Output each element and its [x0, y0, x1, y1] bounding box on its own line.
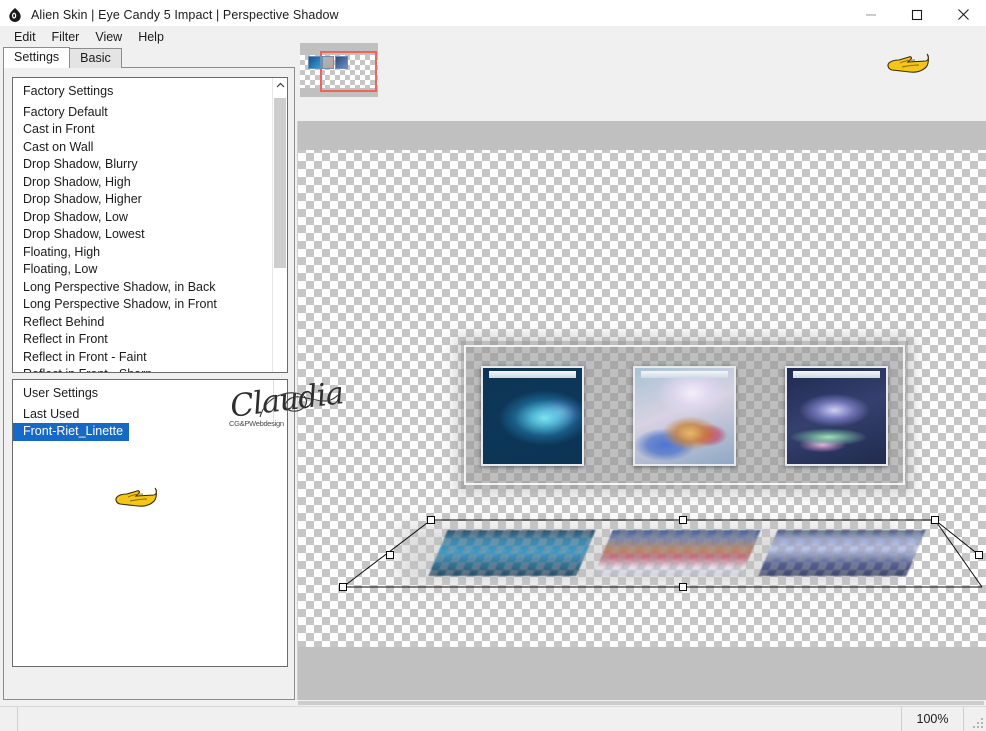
scrollbar-thumb[interactable] [298, 701, 984, 705]
status-cell-message [18, 707, 902, 731]
tab-strip: Settings Basic [3, 47, 122, 68]
canvas-top-band [298, 121, 986, 150]
list-item[interactable]: Long Perspective Shadow, in Front [13, 296, 271, 314]
list-item[interactable]: Factory Default [13, 104, 271, 122]
divider [273, 380, 274, 427]
framed-image-2[interactable] [633, 366, 736, 466]
grip-dots [972, 717, 983, 728]
frame-highlight [640, 371, 729, 378]
canvas-bottom-band [298, 647, 986, 705]
scrollbar-track[interactable] [273, 93, 287, 372]
factory-settings-list[interactable]: Factory Settings Factory Default Cast in… [12, 77, 288, 373]
list-item[interactable]: Reflect in Front [13, 331, 271, 349]
menu-item-edit[interactable]: Edit [6, 28, 44, 46]
factory-settings-header: Factory Settings [23, 84, 114, 98]
list-item[interactable]: Drop Shadow, High [13, 174, 271, 192]
settings-panel: Factory Settings Factory Default Cast in… [3, 67, 345, 700]
menu-item-filter[interactable]: Filter [44, 28, 88, 46]
paint-drop-icon [6, 6, 24, 24]
shadow-plane-1 [428, 530, 596, 576]
list-item-row: Front-Riet_Linette [13, 423, 287, 441]
list-item[interactable]: Drop Shadow, Blurry [13, 156, 271, 174]
list-item[interactable]: Last Used [13, 406, 287, 424]
user-settings-list[interactable]: User Settings Last Used Front-Riet_Linet… [12, 379, 288, 667]
perspective-shadow-group[interactable] [398, 516, 926, 596]
list-item[interactable]: Reflect Behind [13, 314, 271, 332]
shadow-mask [758, 530, 926, 576]
chevron-up-icon[interactable] [273, 78, 287, 93]
factory-list-scrollbar[interactable] [272, 78, 287, 372]
frame-highlight [488, 371, 577, 378]
status-cell-left [0, 707, 18, 731]
shadow-mask [428, 530, 596, 576]
shadow-plane-3 [758, 530, 926, 576]
list-item[interactable]: Floating, High [13, 244, 271, 262]
frame-highlight [792, 371, 881, 378]
user-settings-items: User Settings Last Used Front-Riet_Linet… [13, 380, 287, 441]
close-icon[interactable] [940, 0, 986, 29]
list-item[interactable]: Drop Shadow, Low [13, 209, 271, 227]
maximize-icon[interactable] [894, 0, 940, 29]
list-item[interactable]: Drop Shadow, Higher [13, 191, 271, 209]
list-item[interactable]: Drop Shadow, Lowest [13, 226, 271, 244]
framed-image-3[interactable] [785, 366, 888, 466]
status-bar: 100% [0, 706, 986, 731]
resize-grip-icon[interactable] [964, 707, 986, 731]
shadow-mask [593, 530, 761, 576]
list-item[interactable]: Long Perspective Shadow, in Back [13, 279, 271, 297]
list-item[interactable]: Floating, Low [13, 261, 271, 279]
list-item[interactable]: Cast on Wall [13, 139, 271, 157]
window-controls [848, 0, 986, 29]
preview-toolbar: Preview Background: None OK Cancel [297, 40, 986, 155]
list-item-clipped[interactable]: Reflect in Front - Sharp [13, 366, 271, 372]
menu-item-view[interactable]: View [87, 28, 130, 46]
minimize-icon[interactable] [848, 0, 894, 29]
preview-canvas[interactable] [297, 121, 986, 705]
factory-settings-items: Factory Settings Factory Default Cast in… [13, 78, 271, 372]
eye-candy-perspective-shadow-dialog: Alien Skin | Eye Candy 5 Impact | Perspe… [0, 0, 986, 731]
zoom-level[interactable]: 100% [902, 707, 964, 731]
tab-settings[interactable]: Settings [3, 47, 71, 68]
tab-basic[interactable]: Basic [69, 48, 122, 68]
user-settings-header: User Settings [23, 386, 99, 400]
menu-item-help[interactable]: Help [130, 28, 172, 46]
list-item[interactable]: Reflect in Front - Faint [13, 349, 271, 367]
artwork-group[interactable] [461, 341, 908, 489]
scrollbar-thumb[interactable] [274, 98, 286, 268]
navigator-mini-artwork [308, 56, 349, 69]
list-item-front-riet-linette[interactable]: Front-Riet_Linette [13, 423, 130, 441]
list-item[interactable]: Cast in Front [13, 121, 271, 139]
window-title: Alien Skin | Eye Candy 5 Impact | Perspe… [31, 7, 339, 22]
shadow-plane-2 [593, 530, 761, 576]
framed-image-1[interactable] [481, 366, 584, 466]
navigator-thumbnail[interactable] [300, 43, 378, 97]
title-bar: Alien Skin | Eye Candy 5 Impact | Perspe… [0, 0, 986, 29]
